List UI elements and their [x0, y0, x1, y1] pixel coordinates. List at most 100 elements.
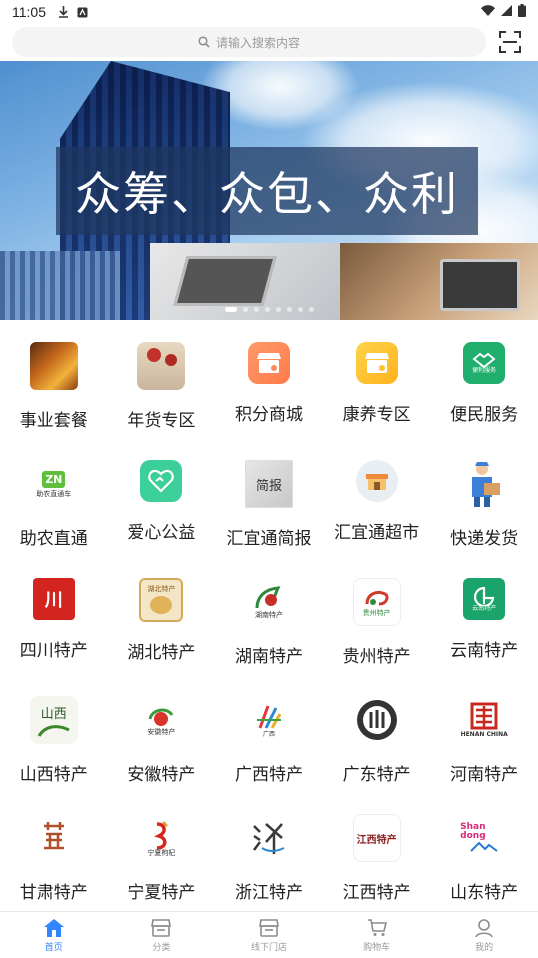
tab-offline-store[interactable]: 线下门店 [215, 912, 323, 958]
grid-item-health-care[interactable]: 康养专区 [323, 320, 431, 438]
wifi-icon [481, 4, 495, 20]
scan-button[interactable] [498, 30, 522, 54]
grid-item-zhejiang[interactable]: 浙江特产 [215, 792, 323, 910]
grid-item-hunan[interactable]: 湖南特产 湖南特产 [215, 556, 323, 674]
shanxi-specialty-icon: 山西 [29, 696, 78, 744]
banner-headline-box: 众筹、众包、众利 [56, 147, 478, 235]
banner-dot[interactable] [308, 307, 314, 312]
grid-item-shandong[interactable]: Shan dong 山东特产 [430, 792, 538, 910]
banner-dot[interactable] [242, 307, 248, 312]
anhui-logo-text: 安徽特产 [147, 727, 176, 736]
anhui-specialty-icon: 安徽特产 [137, 696, 186, 744]
grid-item-farm-aid[interactable]: ZN 助农直通车 助农直通 [0, 438, 108, 556]
farm-aid-icon: ZN 助农直通车 [29, 460, 78, 508]
grid-item-courier[interactable]: 快递发货 [430, 438, 538, 556]
banner-dot[interactable] [224, 307, 237, 312]
food-icon [29, 342, 78, 390]
points-mall-icon [247, 342, 290, 384]
gansu-specialty-icon [29, 814, 78, 862]
search-input[interactable]: 请输入搜索内容 [12, 27, 486, 57]
grid-item-label: 快递发货 [450, 529, 519, 549]
banner-dot[interactable] [264, 307, 270, 312]
grid-item-label: 河南特产 [450, 765, 519, 785]
henan-specialty-icon: HENAN CHINA [460, 696, 509, 744]
tab-home[interactable]: 首页 [0, 912, 108, 958]
charity-heart-icon [140, 460, 183, 502]
grid-item-label: 广西特产 [234, 765, 303, 785]
grid-item-label: 江西特产 [342, 883, 411, 903]
tab-category[interactable]: 分类 [108, 912, 216, 958]
ningxia-specialty-icon: 宁夏枸杞 [137, 814, 186, 862]
status-bar: 11:05 [0, 0, 538, 24]
new-year-goods-icon [137, 342, 186, 390]
ningxia-logo-text: 宁夏枸杞 [147, 848, 176, 857]
grid-item-hubei[interactable]: 湖北特产 湖北特产 [108, 556, 216, 674]
grid-item-guizhou[interactable]: 贵州特产 贵州特产 [323, 556, 431, 674]
grid-item-gansu[interactable]: 甘肃特产 [0, 792, 108, 910]
grid-item-label: 汇宜通超市 [334, 523, 420, 543]
banner-dot[interactable] [275, 307, 281, 312]
grid-item-label: 事业套餐 [19, 411, 88, 431]
grid-item-briefing[interactable]: 简报 汇宜通简报 [215, 438, 323, 556]
briefing-logo-text: 简报 [255, 478, 282, 494]
grid-item-label: 年货专区 [127, 411, 196, 431]
grid-item-charity[interactable]: 爱心公益 [108, 438, 216, 556]
grid-item-label: 助农直通 [19, 529, 88, 549]
grid-item-label: 便民服务 [450, 405, 519, 425]
farm-aid-logo: ZN [42, 470, 66, 488]
hubei-specialty-icon: 湖北特产 [139, 578, 184, 622]
grid-item-yunnan[interactable]: 云南特产 云南特产 [430, 556, 538, 674]
signal-icon [501, 4, 512, 20]
grid-item-sichuan[interactable]: 川 四川特产 [0, 556, 108, 674]
yunnan-specialty-icon: 云南特产 [463, 578, 506, 620]
grid-item-label: 云南特产 [450, 641, 519, 661]
banner-dot[interactable] [253, 307, 259, 312]
grid-item-label: 爱心公益 [127, 523, 196, 543]
grid-item-shanxi[interactable]: 山西 山西特产 [0, 674, 108, 792]
banner-pagination [0, 307, 538, 312]
tab-label: 购物车 [363, 943, 391, 953]
tab-cart[interactable]: 购物车 [323, 912, 431, 958]
battery-icon [518, 3, 526, 21]
banner-dot[interactable] [286, 307, 292, 312]
grid-item-anhui[interactable]: 安徽特产 安徽特产 [108, 674, 216, 792]
tab-profile[interactable]: 我的 [430, 912, 538, 958]
banner-dot[interactable] [297, 307, 303, 312]
grid-item-label: 山西特产 [19, 765, 88, 785]
notification-icon [77, 7, 88, 18]
grid-item-ningxia[interactable]: 宁夏枸杞 宁夏特产 [108, 792, 216, 910]
courier-icon [460, 460, 508, 508]
category-grid: 事业套餐 年货专区 积分商城 康养专区 便利服务 便民服务 ZN 助农直通车 助… [0, 320, 538, 910]
grid-item-henan[interactable]: HENAN CHINA 河南特产 [430, 674, 538, 792]
supermarket-icon [355, 460, 398, 502]
jiangxi-specialty-icon: 江西特产 [352, 814, 401, 862]
profile-icon [475, 919, 493, 937]
grid-item-guangdong[interactable]: 广东特产 [323, 674, 431, 792]
guangxi-logo-text: 广西 [262, 731, 275, 738]
status-time: 11:05 [12, 4, 46, 20]
shanxi-logo-text: 山西 [40, 706, 67, 722]
grid-item-convenience-service[interactable]: 便利服务 便民服务 [430, 320, 538, 438]
grid-item-new-year-goods[interactable]: 年货专区 [108, 320, 216, 438]
grid-item-label: 宁夏特产 [127, 883, 196, 903]
category-icon [151, 919, 172, 937]
grid-item-supermarket[interactable]: 汇宜通超市 [323, 438, 431, 556]
grid-item-label: 四川特产 [19, 641, 88, 661]
grid-item-jiangxi[interactable]: 江西特产 江西特产 [323, 792, 431, 910]
grid-item-label: 安徽特产 [127, 765, 196, 785]
grid-item-career-package[interactable]: 事业套餐 [0, 320, 108, 438]
home-icon [43, 919, 64, 937]
cart-icon [367, 919, 387, 936]
guizhou-logo-text: 贵州特产 [362, 608, 391, 617]
banner-headline: 众筹、众包、众利 [75, 167, 459, 221]
grid-item-guangxi[interactable]: 广西 广西特产 [215, 674, 323, 792]
tab-label: 我的 [475, 943, 494, 953]
store-icon [259, 919, 279, 937]
jiangxi-logo-text: 江西特产 [356, 834, 397, 846]
hunan-logo-text: 湖南特产 [254, 610, 283, 619]
sichuan-logo-text: 川 [44, 590, 63, 611]
promo-banner[interactable]: 众筹、众包、众利 [0, 61, 538, 320]
grid-item-points-mall[interactable]: 积分商城 [215, 320, 323, 438]
search-icon [198, 36, 210, 48]
shandong-logo-text: Shan dong [460, 822, 486, 841]
